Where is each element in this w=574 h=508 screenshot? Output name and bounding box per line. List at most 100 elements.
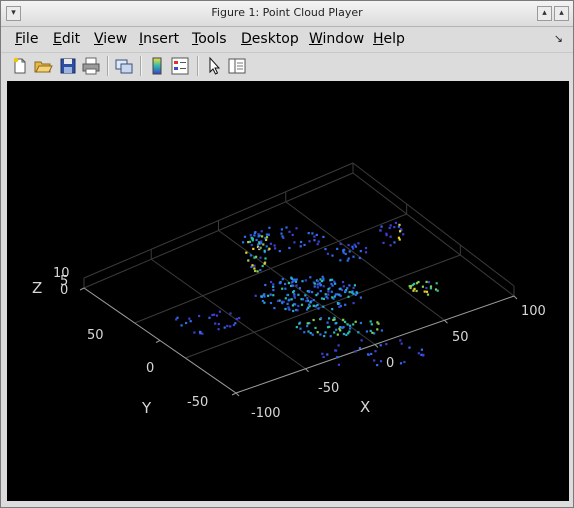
point-marker	[273, 307, 276, 310]
point-marker	[339, 329, 342, 332]
point-marker	[280, 232, 283, 235]
menu-insert[interactable]: Insert	[139, 31, 179, 47]
point-marker	[301, 280, 304, 283]
point-marker	[306, 297, 309, 300]
point-marker	[408, 346, 411, 349]
property-inspector-icon[interactable]	[227, 56, 247, 76]
menu-view[interactable]: View	[94, 31, 127, 47]
point-marker	[320, 297, 324, 300]
grid-line	[305, 368, 309, 373]
figure-canvas[interactable]: -100 -50 0 50 100 -50 0 50 0 5 10 X Y Z	[7, 81, 569, 501]
point-marker	[354, 293, 357, 296]
point-marker	[429, 287, 432, 290]
y-axis-label: Y	[141, 399, 152, 417]
point-marker	[272, 283, 275, 286]
point-marker	[265, 233, 268, 236]
dock-arrow-icon[interactable]: ↘	[554, 32, 563, 45]
point-marker	[295, 284, 298, 287]
y-tick-label: 0	[146, 361, 154, 376]
point-marker	[347, 332, 350, 335]
point-marker	[261, 235, 264, 238]
point-marker	[213, 313, 216, 316]
colorbar-icon[interactable]	[147, 56, 167, 76]
point-marker	[354, 245, 357, 248]
point-marker	[371, 331, 374, 334]
point-marker	[268, 247, 271, 250]
point-marker	[385, 234, 388, 237]
point-marker	[226, 324, 229, 328]
point-marker	[217, 323, 220, 326]
z-axis-label: Z	[32, 279, 42, 297]
select-arrow-icon[interactable]	[204, 56, 224, 76]
point-marker	[260, 230, 263, 233]
point-marker	[249, 254, 252, 257]
menu-edit[interactable]: Edit	[53, 31, 80, 47]
point-marker	[258, 246, 261, 249]
point-cloud-axes[interactable]: -100 -50 0 50 100 -50 0 50 0 5 10 X Y Z	[7, 81, 569, 501]
point-marker	[324, 248, 327, 251]
legend-icon[interactable]	[170, 56, 190, 76]
point-marker	[297, 293, 300, 296]
menu-tools[interactable]: Tools	[192, 31, 227, 47]
point-marker	[293, 241, 296, 244]
point-marker	[389, 244, 392, 247]
point-marker	[217, 328, 220, 331]
maximize-button[interactable]: ▴	[554, 6, 569, 21]
open-file-icon[interactable]	[33, 56, 53, 76]
point-marker	[288, 298, 291, 302]
point-marker	[352, 302, 355, 305]
point-marker	[345, 333, 348, 336]
point-marker	[300, 303, 304, 306]
point-marker	[339, 259, 342, 262]
new-figure-icon[interactable]	[10, 56, 30, 76]
x-tick-label: 100	[521, 304, 546, 319]
point-marker	[245, 251, 248, 254]
point-marker	[423, 290, 426, 293]
point-marker	[229, 312, 232, 315]
menu-desktop[interactable]: Desktop	[241, 31, 299, 47]
point-marker	[272, 294, 275, 297]
point-marker	[269, 301, 273, 305]
point-marker	[251, 264, 254, 267]
toolbar-separator	[140, 56, 142, 76]
point-marker	[311, 333, 314, 336]
point-marker	[327, 288, 330, 291]
point-marker	[176, 316, 179, 319]
point-marker	[270, 280, 273, 284]
x-tick-label: 0	[386, 356, 394, 371]
point-marker	[342, 285, 345, 288]
link-plot-icon[interactable]	[114, 56, 134, 76]
point-marker	[281, 235, 284, 238]
point-marker	[359, 250, 362, 253]
point-marker	[259, 269, 262, 272]
figure-toolbar	[1, 52, 573, 80]
point-marker	[180, 324, 183, 327]
save-icon[interactable]	[58, 56, 78, 76]
point-marker	[312, 299, 315, 302]
x-tick-label: 50	[452, 330, 469, 345]
print-icon[interactable]	[81, 56, 101, 76]
menu-file[interactable]: File	[15, 31, 38, 47]
menu-window[interactable]: Window	[309, 31, 364, 47]
grid-line	[513, 295, 518, 300]
point-marker	[278, 250, 281, 253]
menu-help[interactable]: Help	[373, 31, 405, 47]
point-marker	[294, 278, 297, 281]
point-marker	[238, 317, 241, 320]
point-marker	[248, 240, 251, 243]
point-marker	[317, 307, 320, 310]
point-marker	[215, 314, 219, 317]
point-marker	[322, 235, 325, 238]
point-marker	[357, 242, 360, 245]
minimize-button[interactable]: ▴	[537, 6, 552, 21]
point-marker	[328, 325, 331, 328]
point-marker	[257, 243, 260, 246]
point-marker	[331, 296, 334, 299]
point-marker	[284, 307, 287, 311]
point-marker	[291, 233, 294, 236]
point-marker	[333, 316, 336, 319]
point-marker	[399, 339, 402, 342]
point-marker	[199, 332, 202, 335]
point-marker	[322, 355, 325, 359]
title-bar[interactable]: ▾ Figure 1: Point Cloud Player ▴ ▴	[1, 1, 573, 27]
